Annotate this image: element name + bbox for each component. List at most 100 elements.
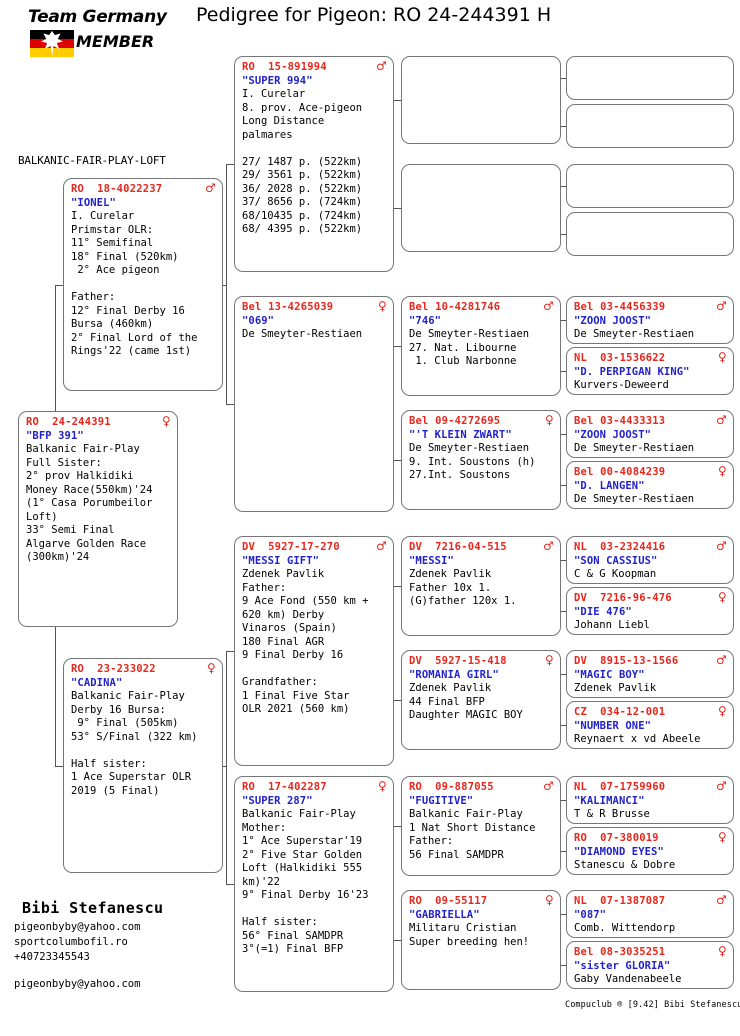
pedigree-box-gen3-5[interactable]: DV 5927-15-418 ♀ "ROMANIA GIRL" Zdenek Pavl… [401, 650, 561, 750]
pigeon-nickname: "746" [409, 314, 442, 327]
pedigree-box-gen4-13[interactable]: RO 07-380019 ♀ "DIAMOND EYES" Stanescu & Do… [566, 827, 734, 875]
female-icon: ♀ [718, 464, 727, 478]
pedigree-box-gen4-2[interactable] [566, 164, 734, 208]
pedigree-box-gen1-0[interactable]: RO 18-4022237 ♂ "IONEL" I. Curelar Primstar … [63, 178, 223, 391]
breeder-name: Zdenek Pavlik [409, 682, 492, 694]
pedigree-box-gen3-1[interactable] [401, 164, 561, 252]
female-icon: ♀ [545, 653, 554, 667]
pedigree-box-gen4-14[interactable]: NL 07-1387087 ♂ "087" Comb. Wittendorp [566, 890, 734, 938]
breeder-name: Zdenek Pavlik [409, 568, 492, 580]
connector-line [226, 164, 227, 404]
connector-line [393, 586, 401, 587]
pigeon-nickname: "ROMANIA GIRL" [409, 668, 499, 681]
female-icon: ♀ [207, 661, 216, 675]
pedigree-box-gen4-10[interactable]: DV 8915-13-1566 ♂ "MAGIC BOY" Zdenek Pavlik [566, 650, 734, 698]
pedigree-box-gen3-4[interactable]: DV 7216-04-515 ♂ "MESSI" Zdenek Pavlik Fathe… [401, 536, 561, 636]
logo-member-text: MEMBER [76, 32, 155, 51]
breeder-name: Zdenek Pavlik [242, 568, 325, 580]
pigeon-nickname: "DIE 476" [574, 605, 632, 618]
pigeon-nickname: "DIAMOND EYES" [574, 845, 664, 858]
connector-line [226, 404, 234, 405]
pedigree-box-gen3-7[interactable]: RO 09-55117 ♀ "GABRIELLA" Militaru Cristian… [401, 890, 561, 990]
pigeon-nickname: "FUGITIVE" [409, 794, 474, 807]
pigeon-nickname: "KALIMANCI" [574, 794, 645, 807]
connector-line [55, 284, 63, 286]
pedigree-box-gen4-9[interactable]: DV 7216-96-476 ♀ "DIE 476" Johann Liebl [566, 587, 734, 635]
pigeon-nickname: "D. PERPIGAN KING" [574, 365, 690, 378]
breeder-name: De Smeyter-Restiaen [409, 442, 530, 454]
ring-number: RO 17-402287 ♀ [242, 779, 387, 793]
pedigree-box-gen2-0[interactable]: RO 15-891994 ♂ "SUPER 994" I. Curelar 8. pro… [234, 56, 394, 272]
connector-line [393, 826, 401, 827]
race-results-notes: Primstar OLR: 11° Semifinal 18° Final (5… [71, 223, 198, 358]
ring-number: NL 03-1536622 ♀ [574, 350, 727, 364]
race-results-notes: 8. prov. Ace-pigeon Long Distance palmar… [242, 101, 363, 236]
male-icon: ♂ [543, 539, 554, 553]
pigeon-nickname: "MAGIC BOY" [574, 668, 645, 681]
pigeon-nickname: "SON CASSIUS" [574, 554, 658, 567]
female-icon: ♀ [718, 704, 727, 718]
ring-number: Bel 10-4281746 ♂ [409, 299, 554, 313]
pigeon-nickname: "'T KLEIN ZWART" [409, 428, 512, 441]
breeder-name: De Smeyter-Restiaen [574, 442, 695, 454]
contact-email[interactable]: pigeonbyby@yahoo.com [14, 921, 140, 933]
ring-number: Bel 00-4084239 ♀ [574, 464, 727, 478]
loft-name: BALKANIC-FAIR-PLAY-LOFT [18, 154, 166, 167]
connector-line [393, 460, 401, 461]
male-icon: ♂ [543, 779, 554, 793]
ring-number: Bel 03-4433313 ♂ [574, 413, 727, 427]
pedigree-box-gen4-5[interactable]: NL 03-1536622 ♀ "D. PERPIGAN KING" Kurvers-… [566, 347, 734, 395]
pedigree-box-gen4-8[interactable]: NL 03-2324416 ♂ "SON CASSIUS" C & G Koopman [566, 536, 734, 584]
male-icon: ♂ [716, 413, 727, 427]
pedigree-box-gen4-6[interactable]: Bel 03-4433313 ♂ "ZOON JOOST" De Smeyter-Re… [566, 410, 734, 458]
pigeon-nickname: "SUPER 287" [242, 794, 313, 807]
pedigree-box-gen1-1[interactable]: RO 23-233022 ♀ "CADINA" Balkanic Fair-Play D… [63, 658, 223, 873]
contact-email-secondary[interactable]: pigeonbyby@yahoo.com [14, 978, 140, 990]
breeder-name: Balkanic Fair-Play [409, 808, 523, 820]
race-results-notes: 9. Int. Soustons (h) 27.Int. Soustons [409, 455, 536, 482]
pedigree-box-gen4-12[interactable]: NL 07-1759960 ♂ "KALIMANCI" T & R Brusse [566, 776, 734, 824]
male-icon: ♂ [205, 181, 216, 195]
ring-number: RO 15-891994 ♂ [242, 59, 387, 73]
male-icon: ♂ [716, 299, 727, 313]
breeder-name: I. Curelar [71, 210, 135, 222]
ring-number: RO 09-55117 ♀ [409, 893, 554, 907]
pigeon-nickname: "MESSI" [409, 554, 454, 567]
connector-line [393, 346, 401, 347]
connector-line [226, 164, 234, 165]
contact-website[interactable]: sportcolumbofil.ro [14, 936, 128, 948]
breeder-name: Balkanic Fair-Play [26, 443, 140, 455]
breeder-name: Militaru Cristian [409, 922, 517, 934]
pedigree-box-gen4-1[interactable] [566, 104, 734, 148]
contact-phone[interactable]: +40723345543 [14, 951, 90, 963]
female-icon: ♀ [718, 590, 727, 604]
pigeon-nickname: "069" [242, 314, 275, 327]
ring-number: RO 18-4022237 ♂ [71, 181, 216, 195]
page-title: Pedigree for Pigeon: RO 24-244391 H [196, 4, 552, 26]
eagle-icon [40, 31, 64, 56]
pedigree-box-gen2-3[interactable]: RO 17-402287 ♀ "SUPER 287" Balkanic Fair-Pl… [234, 776, 394, 992]
female-icon: ♀ [545, 893, 554, 907]
pedigree-box-gen3-0[interactable] [401, 56, 561, 144]
ring-number: RO 07-380019 ♀ [574, 830, 727, 844]
male-icon: ♂ [716, 539, 727, 553]
pedigree-box-gen2-1[interactable]: Bel 13-4265039 ♀ "069" De Smeyter-Restiaen [234, 296, 394, 512]
race-results-notes: Father: 9 Ace Fond (550 km + 620 km) Der… [242, 581, 369, 716]
pedigree-box-gen4-11[interactable]: CZ 034-12-001 ♀ "NUMBER ONE" Reynaert x vd … [566, 701, 734, 749]
breeder-name: Balkanic Fair-Play [71, 690, 185, 702]
pedigree-box-gen3-6[interactable]: RO 09-887055 ♂ "FUGITIVE" Balkanic Fair-Pla… [401, 776, 561, 876]
connector-line [393, 940, 401, 941]
male-icon: ♂ [543, 299, 554, 313]
pedigree-box-subject[interactable]: RO 24-244391 ♀ "BFP 391" Balkanic Fair-Play… [18, 411, 178, 627]
pedigree-box-gen4-7[interactable]: Bel 00-4084239 ♀ "D. LANGEN" De Smeyter-Res… [566, 461, 734, 509]
pedigree-box-gen3-3[interactable]: Bel 09-4272695 ♀ "'T KLEIN ZWART" De Smeyte… [401, 410, 561, 510]
pigeon-nickname: "SUPER 994" [242, 74, 313, 87]
pedigree-box-gen2-2[interactable]: DV 5927-17-270 ♂ "MESSI GIFT" Zdenek Pavlik… [234, 536, 394, 766]
pedigree-box-gen3-2[interactable]: Bel 10-4281746 ♂ "746" De Smeyter-Restiaen 2… [401, 296, 561, 396]
ring-number: DV 5927-15-418 ♀ [409, 653, 554, 667]
pedigree-box-gen4-4[interactable]: Bel 03-4456339 ♂ "ZOON JOOST" De Smeyter-Re… [566, 296, 734, 344]
pedigree-box-gen4-0[interactable] [566, 56, 734, 100]
pigeon-nickname: "GABRIELLA" [409, 908, 480, 921]
pedigree-box-gen4-15[interactable]: Bel 08-3035251 ♀ "sister GLORIA" Gaby Vande… [566, 941, 734, 989]
pedigree-box-gen4-3[interactable] [566, 212, 734, 256]
